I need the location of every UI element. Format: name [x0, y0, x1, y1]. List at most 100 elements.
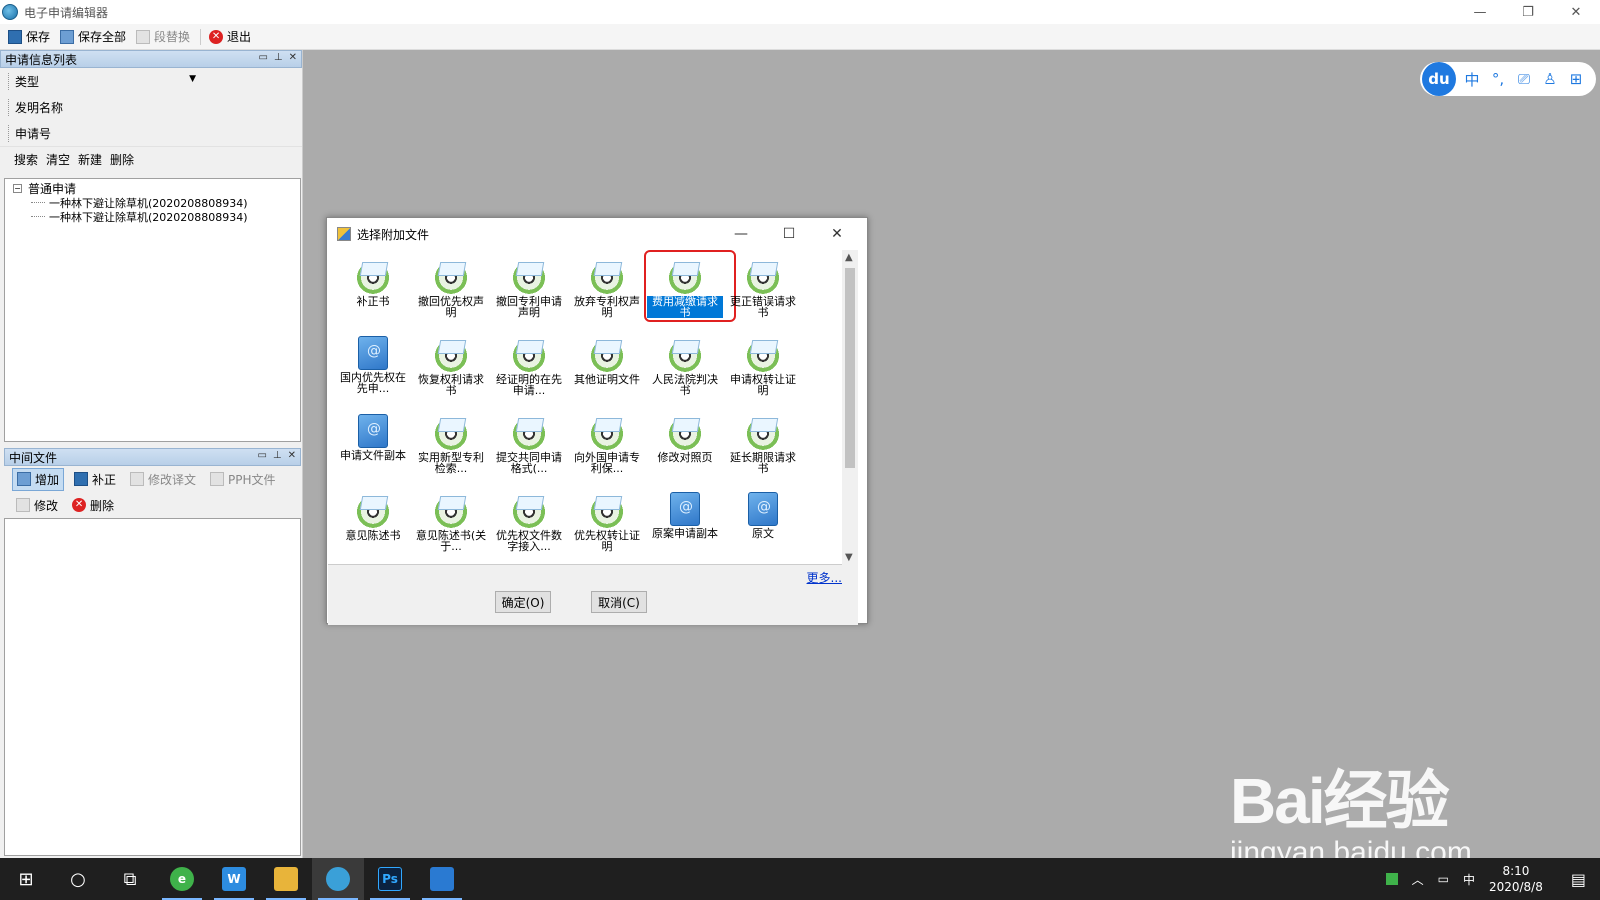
panel-pin-icon[interactable]: ⊥ — [273, 450, 282, 461]
pph-icon — [210, 472, 225, 486]
restore-button[interactable]: ❐ — [1504, 0, 1552, 24]
attachment-item[interactable]: 放弃专利权声明 — [568, 254, 646, 332]
ime-indicator[interactable]: 中 — [1463, 871, 1475, 888]
app-no-row: 申请号 — [0, 120, 302, 146]
chinese-mode-icon[interactable]: 中 — [1462, 69, 1482, 90]
type-select[interactable] — [66, 71, 196, 91]
attachment-item[interactable]: 修改对照页 — [646, 410, 724, 488]
taskbar-wps[interactable]: W — [208, 858, 260, 900]
application-number-input[interactable] — [66, 123, 196, 143]
close-button[interactable]: ✕ — [1552, 0, 1600, 24]
panel-float-icon[interactable]: ▭ — [258, 52, 267, 63]
attachment-label: 延长期限请求书 — [730, 451, 796, 475]
new-button[interactable]: 新建 — [78, 151, 102, 168]
attachment-item[interactable]: 更正错误请求书 — [724, 254, 802, 332]
window-titlebar: 电子申请编辑器 — ❐ ✕ — [0, 0, 1600, 24]
taskbar-browser[interactable]: e — [156, 858, 208, 900]
attachment-label: 意见陈述书(关于... — [415, 529, 487, 553]
attachment-item[interactable]: 原文 — [724, 488, 802, 566]
attachment-item[interactable]: 延长期限请求书 — [724, 410, 802, 488]
replace-button[interactable]: 段替换 — [136, 28, 190, 45]
attachment-item[interactable]: 优先权文件数字接入... — [490, 488, 568, 566]
document-book-icon — [748, 492, 778, 526]
dialog-maximize-button[interactable]: ☐ — [765, 218, 813, 250]
search-button[interactable]: ○ — [52, 858, 104, 900]
attachment-item[interactable]: 原案申请副本 — [646, 488, 724, 566]
document-disc-icon — [433, 336, 469, 372]
attachment-item[interactable]: 人民法院判决书 — [646, 332, 724, 410]
panel-close-icon[interactable]: ✕ — [289, 52, 297, 63]
taskbar-explorer[interactable] — [260, 858, 312, 900]
punctuation-icon[interactable]: °, — [1488, 70, 1508, 88]
search-button[interactable]: 搜索 — [14, 151, 38, 168]
tree-item[interactable]: 一种林下避让除草机(2020208808934) — [13, 195, 292, 210]
attachment-item[interactable]: 申请权转让证明 — [724, 332, 802, 410]
attachment-item[interactable]: 提交共同申请格式(... — [490, 410, 568, 488]
attachment-item[interactable]: 国内优先权在先申... — [334, 332, 412, 410]
edit-button[interactable]: 修改 — [12, 495, 62, 516]
attachment-item[interactable]: 其他证明文件 — [568, 332, 646, 410]
attachment-item[interactable]: 费用减缴请求书 — [644, 250, 736, 332]
attachment-item[interactable]: 优先权转让证明 — [568, 488, 646, 566]
attachment-item[interactable]: 实用新型专利检索... — [412, 410, 490, 488]
scroll-down-icon[interactable]: ▼ — [845, 552, 853, 563]
collapse-icon[interactable]: − — [13, 183, 22, 193]
user-icon[interactable]: ♙ — [1540, 70, 1560, 88]
more-link[interactable]: 更多... — [807, 569, 842, 586]
attachment-item[interactable]: 意见陈述书 — [334, 488, 412, 566]
invention-name-input[interactable] — [66, 97, 196, 117]
taskbar-photoshop[interactable]: Ps — [364, 858, 416, 900]
document-disc-icon — [511, 258, 547, 294]
dialog-minimize-button[interactable]: — — [717, 218, 765, 250]
task-view-button[interactable]: ⧉ — [104, 858, 156, 900]
delete-button[interactable]: 删除 — [110, 151, 134, 168]
cancel-button[interactable]: 取消(C) — [591, 591, 647, 613]
dialog-scrollbar[interactable]: ▲ ▼ — [842, 250, 858, 565]
tree-item[interactable]: 一种林下避让除草机(2020208808934) — [13, 209, 292, 224]
taskbar-photos[interactable] — [416, 858, 468, 900]
attachment-item[interactable]: 补正书 — [334, 254, 412, 332]
attachment-item[interactable]: 撤回优先权声明 — [412, 254, 490, 332]
scroll-thumb[interactable] — [845, 268, 855, 468]
mid-toolbar-row2: 修改 ✕ 删除 — [4, 492, 301, 518]
modify-translation-button[interactable]: 修改译文 — [126, 469, 200, 490]
dialog-close-button[interactable]: ✕ — [813, 218, 861, 250]
baidu-logo[interactable]: du — [1422, 62, 1456, 96]
document-disc-icon — [433, 414, 469, 450]
exit-button[interactable]: ✕ 退出 — [209, 28, 251, 45]
ok-button[interactable]: 确定(O) — [495, 591, 551, 613]
skin-icon[interactable]: ⎚ — [1514, 70, 1534, 88]
save-button[interactable]: 保存 — [8, 28, 50, 45]
save-icon — [8, 29, 22, 44]
tray-chevron-icon[interactable]: ︿ — [1412, 871, 1424, 888]
panel-float-icon[interactable]: ▭ — [257, 450, 266, 461]
panel-pin-icon[interactable]: ⊥ — [274, 52, 283, 63]
add-button[interactable]: 增加 — [12, 467, 65, 491]
tree-root[interactable]: − 普通申请 — [13, 181, 292, 196]
minimize-button[interactable]: — — [1456, 0, 1504, 24]
menu-grid-icon[interactable]: ⊞ — [1566, 70, 1586, 88]
scroll-up-icon[interactable]: ▲ — [845, 252, 853, 263]
taskbar-editor[interactable] — [312, 858, 364, 900]
mid-file-list — [4, 518, 301, 856]
attachment-label: 补正书 — [356, 295, 390, 308]
attachment-item[interactable]: 撤回专利申请声明 — [490, 254, 568, 332]
correction-button[interactable]: 补正 — [70, 469, 120, 490]
document-disc-icon — [589, 336, 625, 372]
save-all-button[interactable]: 保存全部 — [60, 28, 126, 45]
remove-button[interactable]: ✕ 删除 — [68, 495, 118, 516]
attachment-item[interactable]: 恢复权利请求书 — [412, 332, 490, 410]
clear-button[interactable]: 清空 — [46, 151, 70, 168]
attachment-item[interactable]: 经证明的在先申请... — [490, 332, 568, 410]
network-icon[interactable]: ▭ — [1438, 872, 1449, 886]
attachment-item[interactable]: 向外国申请专利保... — [568, 410, 646, 488]
attachment-item[interactable]: 申请文件副本 — [334, 410, 412, 488]
notification-icon[interactable]: ▤ — [1571, 870, 1586, 889]
clock[interactable]: 8:10 2020/8/8 — [1489, 863, 1557, 895]
clock-date: 2020/8/8 — [1488, 880, 1543, 894]
start-button[interactable]: ⊞ — [0, 858, 52, 900]
tray-app-icon[interactable] — [1385, 873, 1398, 885]
pph-file-button[interactable]: PPH文件 — [206, 469, 280, 490]
panel-close-icon[interactable]: ✕ — [288, 450, 296, 461]
attachment-item[interactable]: 意见陈述书(关于... — [412, 488, 490, 566]
